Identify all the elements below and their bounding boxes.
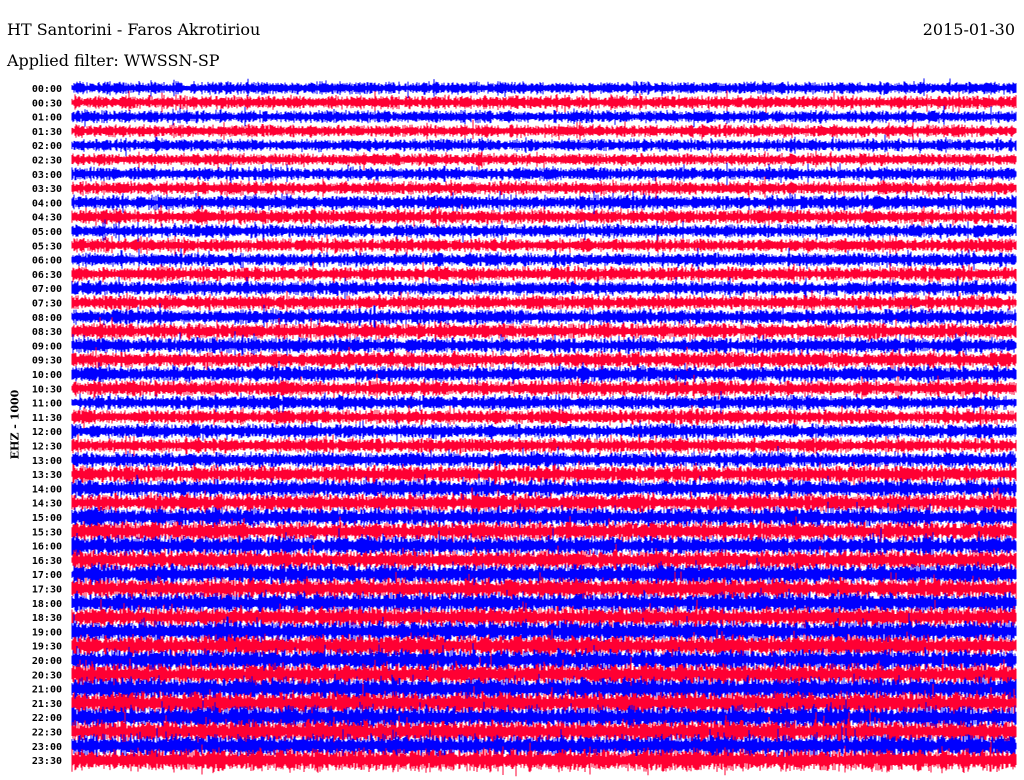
row-time-label: 22:00 — [32, 713, 62, 724]
row-time-label: 21:30 — [32, 699, 62, 710]
row-time-label: 10:30 — [32, 384, 62, 395]
row-time-label: 09:30 — [32, 356, 62, 367]
row-time-label: 19:30 — [32, 642, 62, 653]
row-time-label: 14:30 — [32, 499, 62, 510]
helicorder-plot: 00:00 00:30 01:00 01:30 02:00 02:30 03:00 03:30… — [32, 78, 1017, 777]
row-time-label: 15:30 — [32, 527, 62, 538]
row-time-label: 17:00 — [32, 570, 62, 581]
row-time-label: 14:00 — [32, 484, 62, 495]
row-time-label: 10:00 — [32, 370, 62, 381]
row-time-label: 12:30 — [32, 442, 62, 453]
row-time-label: 02:30 — [32, 156, 62, 167]
trace-0000 — [71, 78, 1017, 99]
row-time-label: 08:30 — [32, 327, 62, 338]
row-time-label: 03:00 — [32, 170, 62, 181]
row-time-label: 11:30 — [32, 413, 62, 424]
row-time-label: 13:00 — [32, 456, 62, 467]
row-time-label: 00:00 — [32, 84, 62, 95]
row-time-label: 06:30 — [32, 270, 62, 281]
row-time-label: 07:30 — [32, 299, 62, 310]
row-time-label: 11:00 — [32, 399, 62, 410]
row-time-label: 07:00 — [32, 284, 62, 295]
row-time-label: 16:00 — [32, 542, 62, 553]
row-time-label: 01:30 — [32, 127, 62, 138]
row-time-label: 23:30 — [32, 756, 62, 767]
row-time-label: 05:00 — [32, 227, 62, 238]
row-time-label: 23:00 — [32, 742, 62, 753]
row-time-label: 21:00 — [32, 685, 62, 696]
row-time-label: 03:30 — [32, 184, 62, 195]
row-time-label: 12:00 — [32, 427, 62, 438]
trace-0030 — [71, 90, 1017, 114]
trace-0230 — [71, 150, 1017, 171]
row-time-label: 00:30 — [32, 98, 62, 109]
row-time-label: 17:30 — [32, 585, 62, 596]
row-time-label: 04:30 — [32, 213, 62, 224]
row-time-label: 20:30 — [32, 670, 62, 681]
row-time-label: 13:30 — [32, 470, 62, 481]
trace-0130 — [71, 119, 1017, 141]
row-time-label: 09:00 — [32, 341, 62, 352]
row-time-label: 19:00 — [32, 627, 62, 638]
trace-1230 — [71, 433, 1017, 458]
row-time-label: 04:00 — [32, 198, 62, 209]
row-time-label: 18:00 — [32, 599, 62, 610]
row-time-label: 05:30 — [32, 241, 62, 252]
row-time-label: 15:00 — [32, 513, 62, 524]
row-time-label: 16:30 — [32, 556, 62, 567]
trace-0200 — [71, 134, 1017, 157]
row-time-label: 18:30 — [32, 613, 62, 624]
row-time-label: 20:00 — [32, 656, 62, 667]
row-time-label: 02:00 — [32, 141, 62, 152]
trace-0530 — [71, 234, 1017, 258]
trace-0100 — [71, 105, 1017, 128]
row-time-label: 22:30 — [32, 728, 62, 739]
row-time-label: 08:00 — [32, 313, 62, 324]
row-time-label: 06:00 — [32, 256, 62, 267]
row-time-label: 01:00 — [32, 113, 62, 124]
